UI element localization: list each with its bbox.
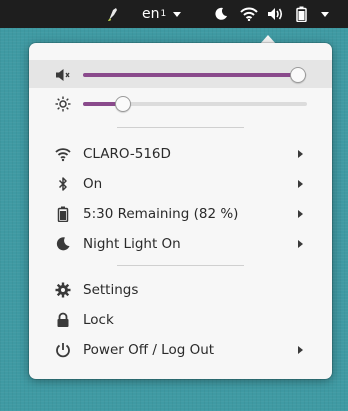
language-label: en xyxy=(142,6,160,22)
system-menu: CLARO-516D On 5:30 Remaining (82 %) Nigh… xyxy=(29,43,332,379)
volume-slider-fill xyxy=(83,73,299,77)
language-sub-label: 1 xyxy=(160,9,167,19)
separator xyxy=(117,265,244,266)
night-light-label: Night Light On xyxy=(83,236,181,252)
submenu-arrow-icon xyxy=(298,180,303,188)
battery-icon xyxy=(57,206,69,222)
volume-icon[interactable] xyxy=(267,0,285,28)
brightness-slider-row xyxy=(29,89,332,117)
submenu-arrow-icon xyxy=(298,210,303,218)
bluetooth-icon xyxy=(58,177,67,191)
wifi-menu-item[interactable]: CLARO-516D xyxy=(29,139,332,169)
lock-icon xyxy=(57,312,69,327)
volume-slider-knob[interactable] xyxy=(290,67,307,83)
submenu-arrow-icon xyxy=(298,150,303,158)
moon-icon xyxy=(56,237,70,251)
top-panel: en 1 xyxy=(0,0,348,28)
bluetooth-menu-item[interactable]: On xyxy=(29,169,332,199)
volume-slider-row xyxy=(29,60,332,88)
wifi-icon[interactable] xyxy=(240,0,258,28)
sun-icon xyxy=(55,96,71,112)
paint-brush-icon[interactable] xyxy=(106,0,120,28)
volume-slider[interactable] xyxy=(83,67,307,83)
settings-menu-item[interactable]: Settings xyxy=(29,275,332,305)
lock-menu-item[interactable]: Lock xyxy=(29,305,332,335)
dropdown-arrow-icon xyxy=(321,11,329,17)
keyboard-layout-indicator[interactable]: en 1 xyxy=(142,0,182,28)
gear-icon xyxy=(55,282,71,298)
menu-dropdown-icon[interactable] xyxy=(321,0,329,28)
battery-label: 5:30 Remaining (82 %) xyxy=(83,206,239,222)
power-label: Power Off / Log Out xyxy=(83,342,215,358)
bluetooth-label: On xyxy=(83,176,103,192)
wifi-label: CLARO-516D xyxy=(83,146,171,162)
wifi-icon xyxy=(55,148,71,162)
brightness-slider[interactable] xyxy=(83,96,307,112)
brightness-slider-knob[interactable] xyxy=(115,96,132,112)
dropdown-arrow-icon xyxy=(173,11,182,17)
separator xyxy=(117,127,244,128)
night-light-menu-item[interactable]: Night Light On xyxy=(29,229,332,259)
lock-label: Lock xyxy=(83,312,114,328)
submenu-arrow-icon xyxy=(298,346,303,354)
submenu-arrow-icon xyxy=(298,240,303,248)
speaker-icon xyxy=(56,69,70,81)
battery-icon[interactable] xyxy=(296,0,307,28)
settings-label: Settings xyxy=(83,282,139,298)
power-menu-item[interactable]: Power Off / Log Out xyxy=(29,335,332,365)
moon-icon[interactable] xyxy=(214,0,228,28)
battery-menu-item[interactable]: 5:30 Remaining (82 %) xyxy=(29,199,332,229)
power-icon xyxy=(56,343,70,358)
